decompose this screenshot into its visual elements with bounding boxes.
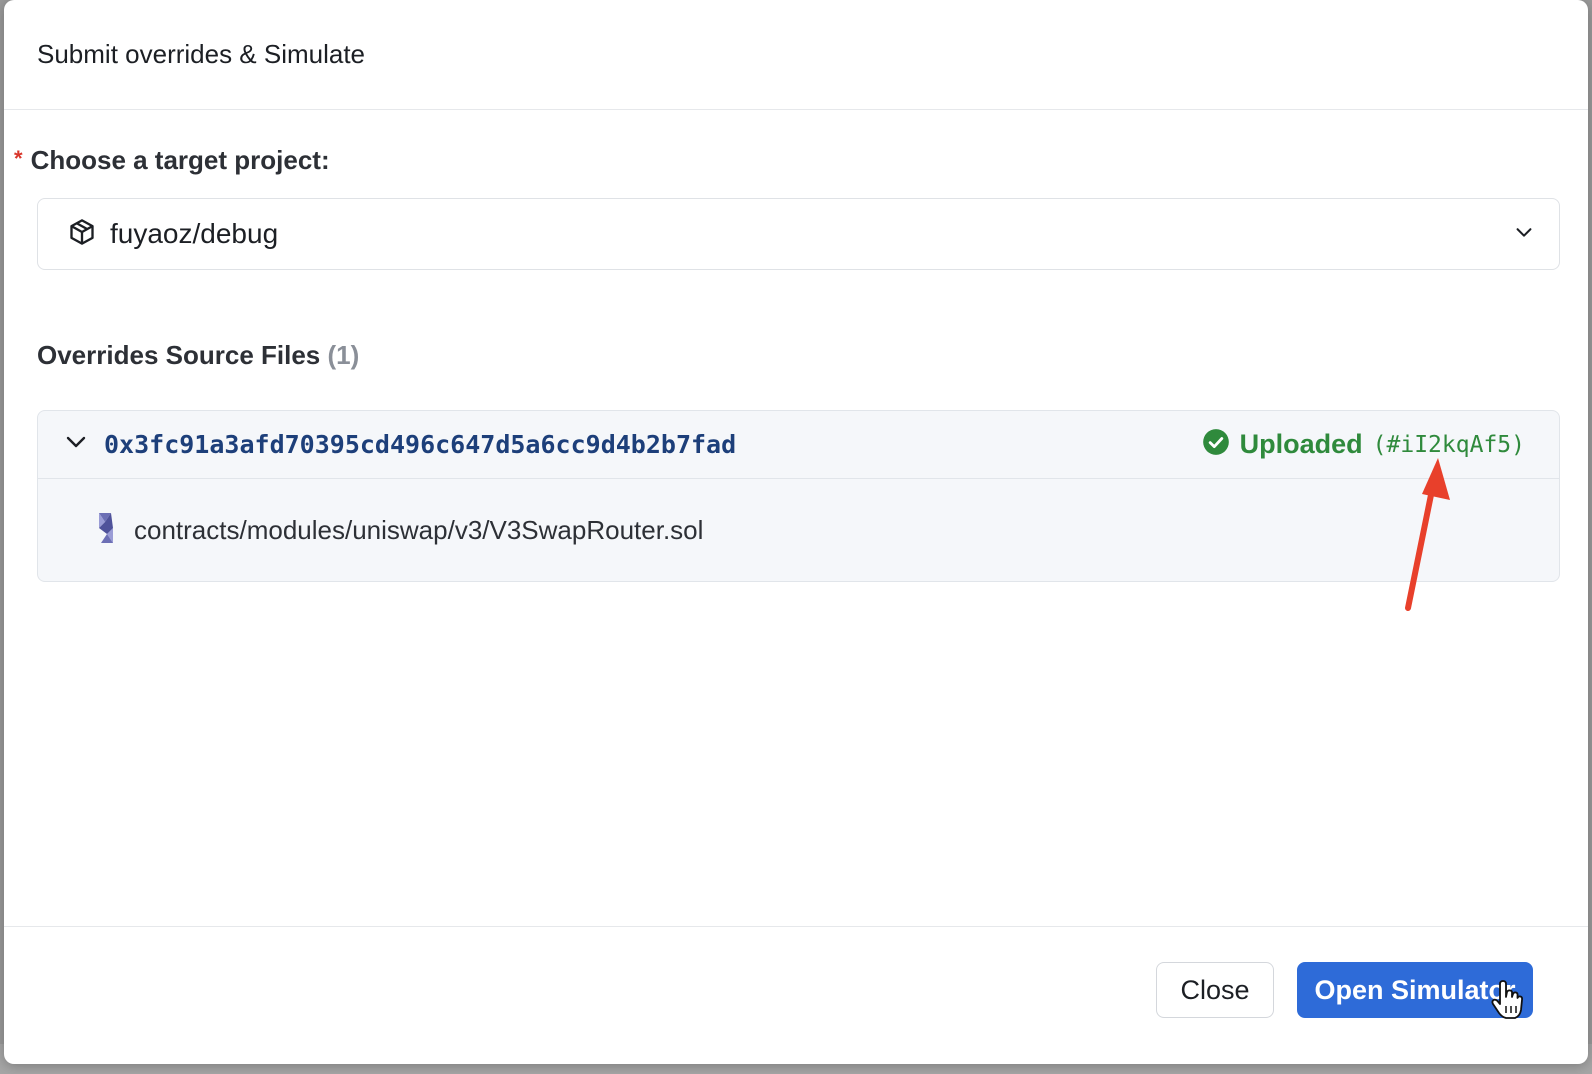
contract-address: 0x3fc91a3afd70395cd496c647d5a6cc9d4b2b7f…: [104, 430, 737, 459]
dialog-header: Submit overrides & Simulate: [4, 0, 1588, 110]
overrides-title-text: Overrides Source Files: [37, 340, 321, 370]
required-marker: *: [14, 146, 23, 171]
source-file-row[interactable]: contracts/modules/uniswap/v3/V3SwapRoute…: [38, 479, 1559, 581]
overrides-count: (1): [327, 340, 360, 370]
upload-hash: (#iI2kqAf5): [1372, 431, 1525, 458]
overrides-file-panel: 0x3fc91a3afd70395cd496c647d5a6cc9d4b2b7f…: [37, 410, 1560, 582]
hand-cursor-icon: [1491, 980, 1523, 1019]
overrides-section-title: Overrides Source Files (1): [37, 340, 359, 371]
contract-group-header[interactable]: 0x3fc91a3afd70395cd496c647d5a6cc9d4b2b7f…: [38, 411, 1559, 479]
target-project-label: * Choose a target project:: [14, 145, 330, 176]
upload-status-text: Uploaded: [1239, 429, 1363, 459]
package-icon: [68, 218, 96, 251]
selected-project: fuyaoz/debug: [110, 218, 279, 249]
target-project-label-text: Choose a target project:: [30, 145, 330, 175]
upload-status: Uploaded (#iI2kqAf5): [1202, 428, 1525, 461]
close-button[interactable]: Close: [1156, 962, 1274, 1018]
dialog-footer: Close Open Simulator: [4, 926, 1588, 1064]
check-circle-icon: [1202, 428, 1230, 461]
target-project-select[interactable]: fuyaoz/debug: [37, 198, 1560, 270]
dialog-title: Submit overrides & Simulate: [37, 39, 366, 69]
chevron-down-icon[interactable]: [1513, 221, 1535, 248]
chevron-down-icon[interactable]: [64, 430, 88, 459]
source-file-path: contracts/modules/uniswap/v3/V3SwapRoute…: [134, 514, 704, 545]
solidity-icon: [94, 511, 118, 550]
submit-overrides-dialog: Submit overrides & Simulate * Choose a ta…: [4, 0, 1588, 1064]
